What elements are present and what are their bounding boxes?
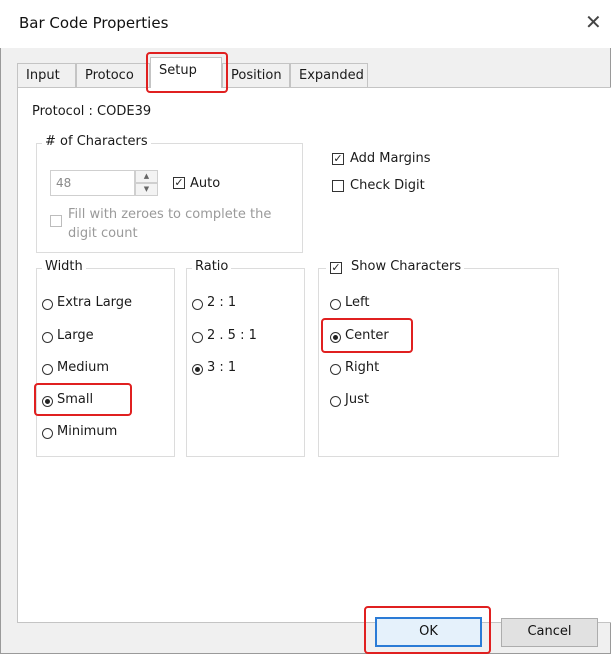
center-option-highlight	[321, 318, 413, 353]
small-option-highlight	[34, 383, 132, 416]
width-large-label: Large	[57, 328, 94, 343]
position-just-radio[interactable]	[330, 396, 341, 407]
ratio-2-1-radio[interactable]	[192, 299, 203, 310]
show-characters-checkbox[interactable]: ✓	[330, 262, 342, 274]
width-extra-large-label: Extra Large	[57, 295, 133, 310]
character-count-input[interactable]: 48	[50, 170, 135, 196]
setup-tab-highlight	[146, 52, 228, 93]
show-characters-group-title: ✓ Show Characters	[326, 259, 465, 279]
fill-zeroes-label-line2: digit count	[68, 226, 138, 241]
ok-button-highlight	[364, 606, 491, 654]
ratio-2-1-label: 2 : 1	[207, 295, 237, 310]
tab-input[interactable]: Input	[17, 63, 76, 87]
check-digit-label: Check Digit	[350, 178, 425, 193]
ratio-group-title: Ratio	[192, 259, 232, 274]
add-margins-label: Add Margins	[350, 151, 431, 166]
protocol-label: Protocol : CODE39	[32, 104, 152, 119]
auto-label: Auto	[190, 176, 221, 191]
ratio-2-5-1-radio[interactable]	[192, 332, 203, 343]
ratio-group	[186, 268, 305, 457]
width-group-title: Width	[42, 259, 86, 274]
ratio-3-1-label: 3 : 1	[207, 360, 237, 375]
position-right-label: Right	[345, 360, 380, 375]
show-characters-label: Show Characters	[351, 259, 462, 274]
width-extra-large-radio[interactable]	[42, 299, 53, 310]
dialog-title: Bar Code Properties	[19, 14, 169, 32]
add-margins-checkbox[interactable]: ✓	[332, 153, 344, 165]
position-left-label: Left	[345, 295, 370, 310]
characters-group-title: # of Characters	[42, 134, 151, 149]
auto-checkbox[interactable]: ✓	[173, 177, 185, 189]
tab-expanded[interactable]: Expanded	[290, 63, 368, 87]
close-icon[interactable]: ✕	[585, 9, 602, 35]
width-minimum-radio[interactable]	[42, 428, 53, 439]
ratio-2-5-1-label: 2 . 5 : 1	[207, 328, 257, 343]
cancel-button[interactable]: Cancel	[501, 618, 598, 647]
spin-up-button[interactable]: ▲	[135, 170, 158, 183]
width-large-radio[interactable]	[42, 332, 53, 343]
spin-down-button[interactable]: ▼	[135, 183, 158, 196]
tab-protocol[interactable]: Protoco	[76, 63, 150, 87]
check-digit-checkbox[interactable]	[332, 180, 344, 192]
width-medium-radio[interactable]	[42, 364, 53, 375]
width-minimum-label: Minimum	[57, 424, 118, 439]
fill-zeroes-label-line1: Fill with zeroes to complete the	[68, 207, 272, 222]
position-right-radio[interactable]	[330, 364, 341, 375]
position-left-radio[interactable]	[330, 299, 341, 310]
width-medium-label: Medium	[57, 360, 109, 375]
ratio-3-1-radio[interactable]	[192, 364, 203, 375]
position-just-label: Just	[345, 392, 369, 407]
tab-position[interactable]: Position	[222, 63, 290, 87]
fill-zeroes-checkbox[interactable]	[50, 215, 62, 227]
